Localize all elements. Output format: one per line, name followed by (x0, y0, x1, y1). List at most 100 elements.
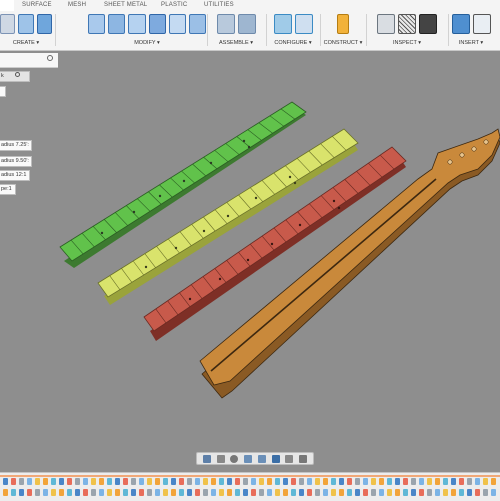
timeline-feature-icon[interactable] (235, 489, 240, 496)
timeline-feature-icon[interactable] (243, 478, 248, 485)
tab-surface[interactable]: SURFACE (22, 2, 52, 8)
timeline-feature-icon[interactable] (147, 489, 152, 496)
timeline-feature-icon[interactable] (435, 489, 440, 496)
timeline-feature-icon[interactable] (83, 489, 88, 496)
timeline-feature-icon[interactable] (491, 478, 496, 485)
timeline-feature-icon[interactable] (211, 489, 216, 496)
create-menu[interactable]: CREATE ▾ (0, 40, 52, 46)
timeline-feature-icon[interactable] (131, 478, 136, 485)
chamfer-icon[interactable] (128, 14, 146, 34)
insert-dxf-icon[interactable] (472, 14, 491, 34)
timeline-feature-icon[interactable] (451, 478, 456, 485)
timeline-feature-icon[interactable] (315, 478, 320, 485)
timeline-feature-icon[interactable] (107, 478, 112, 485)
timeline-feature-icon[interactable] (331, 489, 336, 496)
timeline-feature-icon[interactable] (123, 478, 128, 485)
timeline-feature-icon[interactable] (219, 478, 224, 485)
timeline-feature-icon[interactable] (51, 489, 56, 496)
timeline-feature-icon[interactable] (347, 478, 352, 485)
timeline-feature-icon[interactable] (483, 478, 488, 485)
timeline-feature-icon[interactable] (27, 489, 32, 496)
timeline-feature-icon[interactable] (171, 489, 176, 496)
timeline-feature-icon[interactable] (51, 478, 56, 485)
timeline-feature-icon[interactable] (475, 478, 480, 485)
timeline-feature-icon[interactable] (195, 489, 200, 496)
tab-mesh[interactable]: MESH (68, 2, 86, 8)
timeline-feature-icon[interactable] (27, 478, 32, 485)
timeline-feature-icon[interactable] (363, 478, 368, 485)
offset-plane-icon[interactable] (337, 14, 349, 34)
timeline-feature-icon[interactable] (395, 489, 400, 496)
timeline-feature-icon[interactable] (115, 478, 120, 485)
timeline-feature-icon[interactable] (179, 489, 184, 496)
new-component-assemble-icon[interactable] (216, 14, 235, 34)
measure-icon[interactable] (377, 14, 395, 34)
timeline-feature-icon[interactable] (347, 489, 352, 496)
timeline-feature-icon[interactable] (235, 478, 240, 485)
timeline-feature-icon[interactable] (259, 489, 264, 496)
timeline-feature-icon[interactable] (163, 489, 168, 496)
timeline-feature-icon[interactable] (307, 478, 312, 485)
timeline-feature-icon[interactable] (243, 489, 248, 496)
construct-menu[interactable]: CONSTRUCT ▾ (322, 40, 364, 46)
visibility-icon[interactable] (15, 72, 21, 77)
timeline-feature-icon[interactable] (139, 478, 144, 485)
timeline-feature-icon[interactable] (435, 478, 440, 485)
timeline-feature-icon[interactable] (339, 478, 344, 485)
timeline-feature-icon[interactable] (467, 478, 472, 485)
zebra-icon[interactable] (398, 14, 416, 34)
timeline-feature-icon[interactable] (251, 489, 256, 496)
timeline-feature-icon[interactable] (299, 478, 304, 485)
timeline-feature-icon[interactable] (163, 478, 168, 485)
timeline-feature-icon[interactable] (339, 489, 344, 496)
press-pull-icon[interactable] (87, 14, 106, 34)
inspect-menu[interactable]: INSPECT ▾ (366, 40, 448, 46)
timeline-feature-icon[interactable] (387, 478, 392, 485)
timeline-feature-icon[interactable] (459, 489, 464, 496)
timeline-feature-icon[interactable] (403, 478, 408, 485)
timeline-feature-icon[interactable] (155, 489, 160, 496)
timeline-feature-icon[interactable] (283, 489, 288, 496)
timeline-feature-icon[interactable] (147, 478, 152, 485)
timeline-feature-icon[interactable] (91, 489, 96, 496)
revolve-icon[interactable] (36, 14, 52, 34)
timeline-feature-icon[interactable] (3, 478, 8, 485)
timeline-feature-icon[interactable] (259, 478, 264, 485)
timeline-feature-icon[interactable] (171, 478, 176, 485)
timeline-feature-icon[interactable] (195, 478, 200, 485)
browser-row[interactable]: k (0, 71, 30, 82)
timeline-feature-icon[interactable] (443, 478, 448, 485)
timeline-feature-icon[interactable] (419, 489, 424, 496)
timeline-feature-icon[interactable] (107, 489, 112, 496)
tab-plastic[interactable]: PLASTIC (161, 2, 187, 8)
timeline-feature-icon[interactable] (379, 489, 384, 496)
timeline-feature-icon[interactable] (267, 489, 272, 496)
timeline-feature-icon[interactable] (3, 489, 8, 496)
timeline-feature-icon[interactable] (355, 478, 360, 485)
timeline-feature-icon[interactable] (395, 478, 400, 485)
timeline-feature-icon[interactable] (227, 489, 232, 496)
timeline-feature-icon[interactable] (219, 489, 224, 496)
timeline-feature-icon[interactable] (379, 478, 384, 485)
timeline-feature-icon[interactable] (371, 489, 376, 496)
timeline-feature-icon[interactable] (307, 489, 312, 496)
timeline-feature-icon[interactable] (283, 478, 288, 485)
timeline-feature-icon[interactable] (187, 489, 192, 496)
timeline-feature-icon[interactable] (19, 478, 24, 485)
timeline-feature-icon[interactable] (371, 478, 376, 485)
tab-utilities[interactable]: UTILITIES (204, 2, 234, 8)
timeline-feature-icon[interactable] (99, 478, 104, 485)
pin-icon[interactable] (47, 55, 53, 61)
timeline-feature-icon[interactable] (387, 489, 392, 496)
timeline-feature-icon[interactable] (483, 489, 488, 496)
timeline-feature-icon[interactable] (291, 489, 296, 496)
timeline-feature-icon[interactable] (275, 478, 280, 485)
timeline-feature-icon[interactable] (403, 489, 408, 496)
timeline-feature-icon[interactable] (411, 489, 416, 496)
timeline-feature-icon[interactable] (19, 489, 24, 496)
timeline-feature-icon[interactable] (315, 489, 320, 496)
timeline-feature-icon[interactable] (75, 478, 80, 485)
timeline-feature-icon[interactable] (35, 478, 40, 485)
timeline-feature-icon[interactable] (475, 489, 480, 496)
insert-image-icon[interactable] (451, 14, 470, 34)
